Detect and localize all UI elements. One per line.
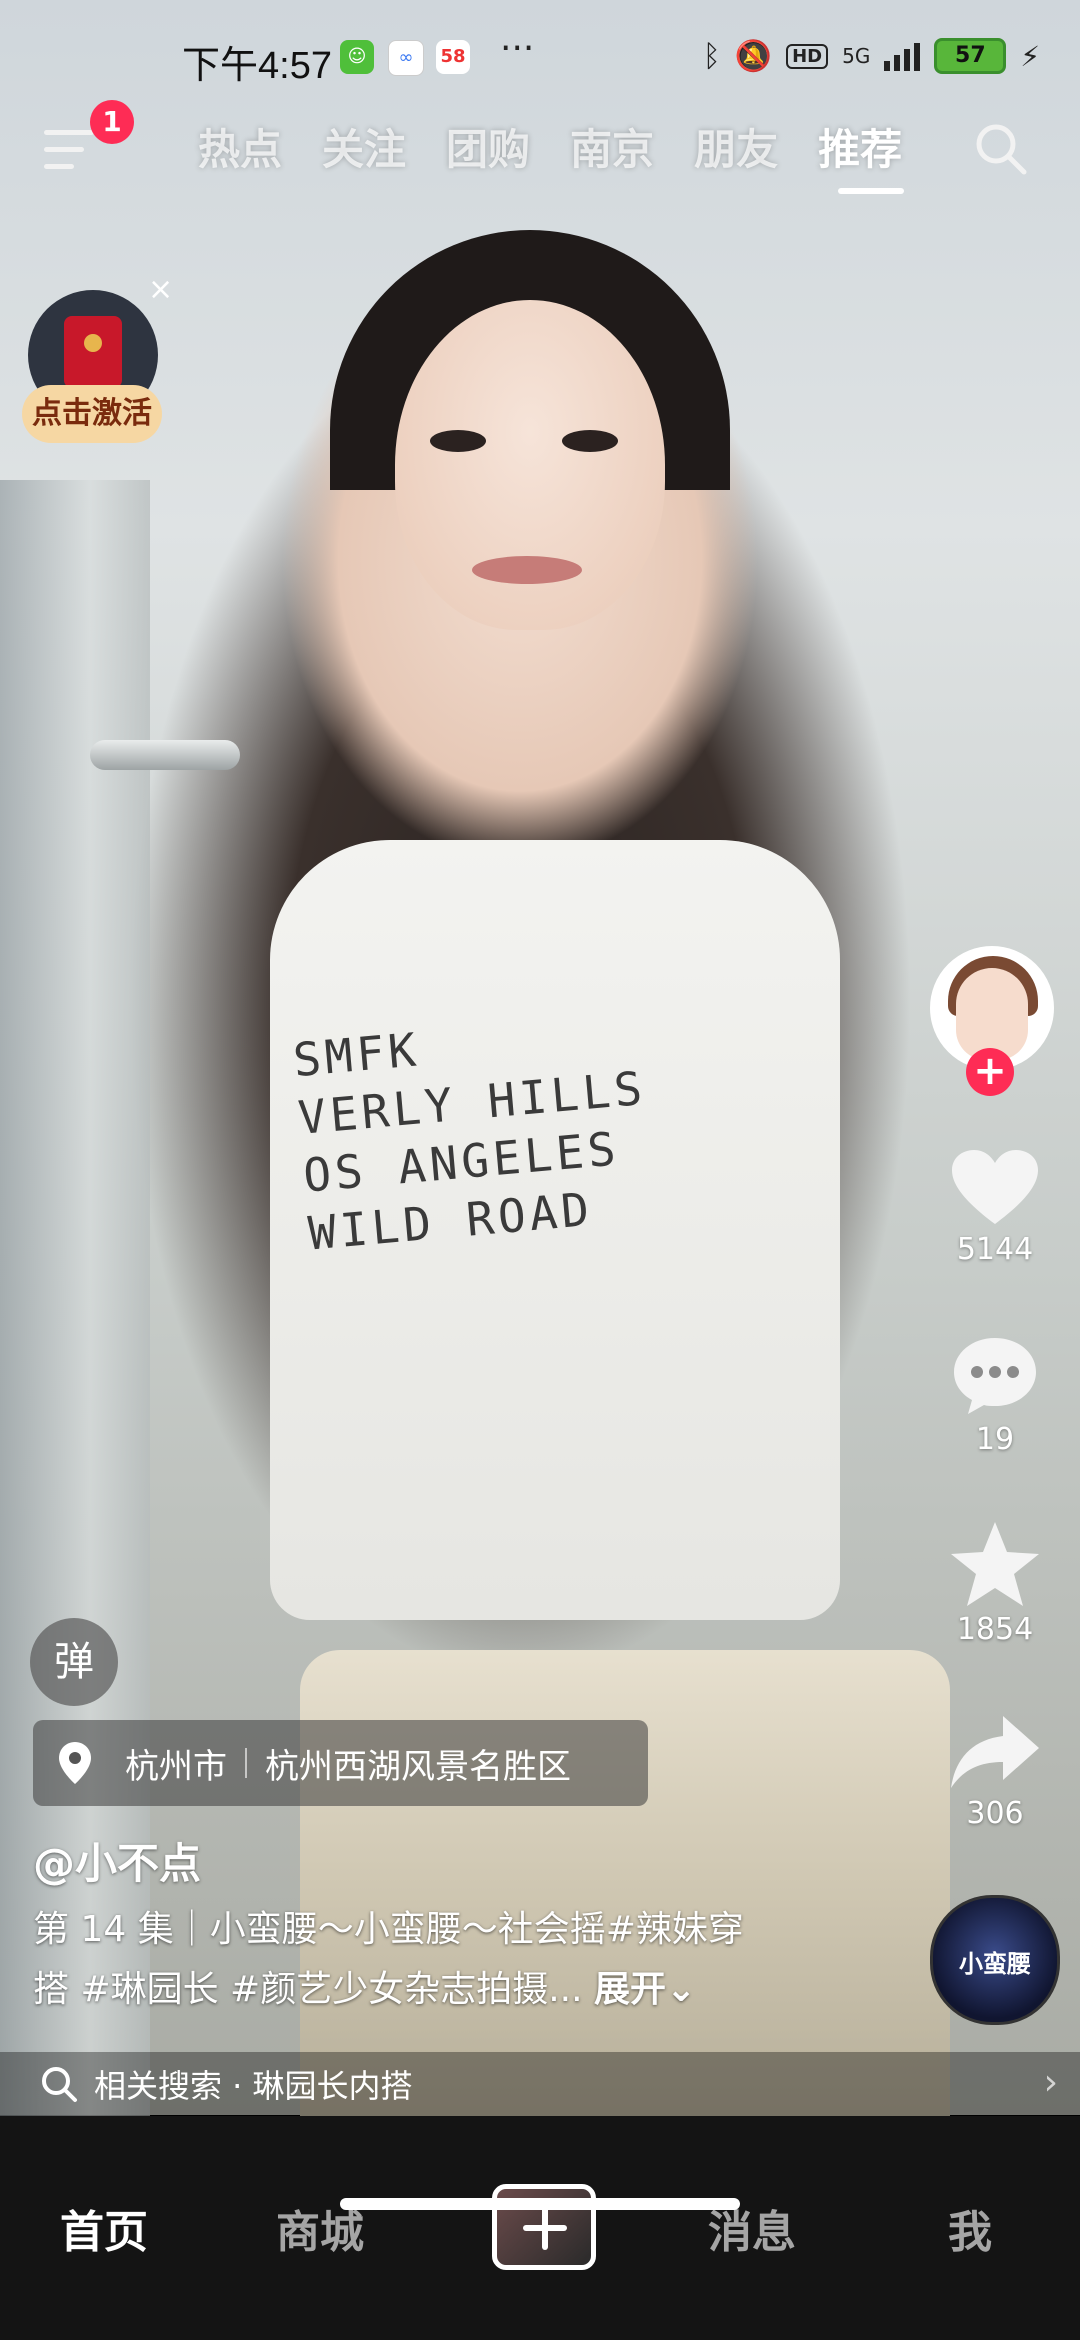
tab-recommend[interactable]: 推荐 — [818, 116, 902, 177]
location-pin-icon — [59, 1742, 91, 1784]
follow-button[interactable]: + — [966, 1048, 1014, 1096]
feed-tabs: 热点 关注 团购 南京 朋友 推荐 — [198, 116, 902, 177]
signal-bars-icon — [884, 41, 921, 71]
wechat-app-icon: ☺ — [340, 40, 374, 74]
location-place: 杭州西湖风景名胜区 — [265, 1746, 571, 1787]
caption-line-2: 搭 #琳园长 #颜艺少女杂志拍摄... — [33, 1969, 583, 2010]
search-icon — [42, 2067, 77, 2102]
comment-button[interactable]: 19 — [920, 1334, 1070, 1457]
star-icon — [951, 1522, 1039, 1606]
status-right: ᛒ 🔕 HD 5G 57 ⚡ — [703, 38, 1040, 74]
more-notifications-icon: ··· — [500, 28, 535, 69]
home-indicator[interactable] — [340, 2198, 740, 2210]
network-label: 5G — [842, 44, 871, 68]
comment-count: 19 — [975, 1422, 1015, 1457]
cloud-app-icon: ∞ — [388, 40, 424, 76]
share-count: 306 — [966, 1796, 1024, 1831]
chevron-right-icon: › — [1043, 2062, 1058, 2103]
search-icon[interactable] — [972, 120, 1028, 176]
menu-icon[interactable] — [44, 130, 94, 176]
top-nav: 1 热点 关注 团购 南京 朋友 推荐 — [0, 100, 1080, 196]
tab-home[interactable]: 首页 — [60, 2196, 148, 2260]
mute-bell-icon: 🔕 — [734, 38, 773, 74]
location-city: 杭州市 — [125, 1746, 227, 1787]
comment-icon — [954, 1338, 1036, 1414]
like-count: 5144 — [956, 1232, 1034, 1267]
battery-icon: 57 — [934, 38, 1007, 74]
status-bar: 下午4:57 ☺ ∞ 58 ··· ᛒ 🔕 HD 5G 57 ⚡ — [0, 28, 1080, 88]
caption-line-1: 第 14 集｜小蛮腰～小蛮腰～社会摇#辣妹穿 — [33, 1909, 744, 1950]
active-tab-underline — [838, 188, 904, 194]
music-disc-label: 小蛮腰 — [959, 1950, 1031, 1978]
related-search-bar[interactable]: 相关搜索 · 琳园长内搭 › — [0, 2052, 1080, 2116]
shirt-print: SMFK VERLY HILLS OS ANGELES WILD ROAD — [290, 1022, 649, 1261]
danmu-toggle-button[interactable]: 弹 — [30, 1618, 118, 1706]
share-button[interactable]: 306 — [920, 1712, 1070, 1831]
left-eye — [430, 430, 486, 452]
right-eye — [562, 430, 618, 452]
tab-group-buy[interactable]: 团购 — [446, 116, 530, 177]
door-handle — [90, 740, 240, 770]
menu-notification-badge: 1 — [90, 100, 134, 144]
location-tag[interactable]: 杭州市 杭州西湖风景名胜区 — [33, 1720, 648, 1806]
close-icon[interactable]: × — [148, 272, 173, 307]
bottom-tab-bar: 首页 商城 消息 我 — [0, 2116, 1080, 2340]
heart-icon — [952, 1150, 1038, 1224]
charging-icon: ⚡ — [1020, 39, 1040, 73]
lips — [472, 556, 582, 584]
tab-hot[interactable]: 热点 — [198, 116, 282, 177]
share-icon — [951, 1716, 1039, 1788]
favorite-button[interactable]: 1854 — [920, 1520, 1070, 1647]
expand-button[interactable]: 展开⌄ — [594, 1969, 696, 2010]
tab-friends[interactable]: 朋友 — [694, 116, 778, 177]
screen: SMFK VERLY HILLS OS ANGELES WILD ROAD 下午4:5… — [0, 0, 1080, 2340]
app-58-icon: 58 — [436, 40, 470, 74]
music-disc[interactable]: 小蛮腰 — [930, 1895, 1060, 2025]
status-time: 下午4:57 — [182, 45, 332, 87]
like-button[interactable]: 5144 — [920, 1148, 1070, 1267]
location-divider — [245, 1748, 247, 1778]
author-name[interactable]: @小不点 — [33, 1830, 201, 1891]
video-caption[interactable]: 第 14 集｜小蛮腰～小蛮腰～社会摇#辣妹穿 搭 #琳园长 #颜艺少女杂志拍摄.… — [33, 1900, 853, 2020]
red-envelope-icon — [64, 316, 122, 388]
tab-nanjing[interactable]: 南京 — [570, 116, 654, 177]
bluetooth-icon: ᛒ — [702, 38, 721, 74]
avatar-face — [956, 968, 1028, 1060]
activate-button[interactable]: 点击激活 — [22, 385, 162, 443]
create-post-button[interactable] — [492, 2184, 596, 2270]
hd-icon: HD — [786, 43, 829, 69]
tab-following[interactable]: 关注 — [322, 116, 406, 177]
related-search-text: 相关搜索 · 琳园长内搭 — [94, 2067, 413, 2105]
favorite-count: 1854 — [956, 1612, 1034, 1647]
tab-me[interactable]: 我 — [948, 2196, 992, 2260]
